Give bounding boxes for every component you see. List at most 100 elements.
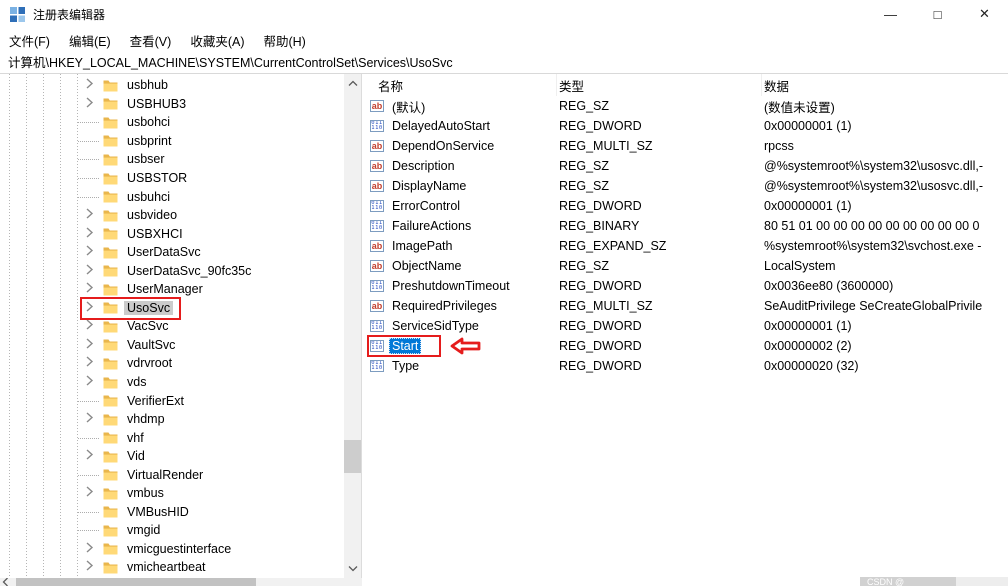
menu-view[interactable]: 查看(V) xyxy=(130,31,172,50)
scroll-left-icon[interactable] xyxy=(2,578,9,586)
tree-item-vmicheartbeat[interactable]: vmicheartbeat xyxy=(0,558,344,577)
list-row-FailureActions[interactable]: ab 011 110 FailureActions REG_BINARY 80 … xyxy=(362,216,1008,236)
close-button[interactable]: ✕ xyxy=(961,0,1008,28)
value-data: SeAuditPrivilege SeCreateGlobalPrivile xyxy=(762,299,1008,313)
tree-item-verifierext[interactable]: VerifierExt xyxy=(0,391,344,410)
chevron-right-icon[interactable] xyxy=(85,281,94,298)
value-type-icon: ab 011 110 xyxy=(370,260,384,272)
tree-item-vmgid[interactable]: vmgid xyxy=(0,521,344,540)
value-data: 0x00000001 (1) xyxy=(762,199,1008,213)
tree-horizontal-scrollbar[interactable] xyxy=(0,578,362,586)
list-row-ObjectName[interactable]: ab 011 110 ObjectName REG_SZ LocalSystem xyxy=(362,256,1008,276)
menu-favorites[interactable]: 收藏夹(A) xyxy=(190,31,244,50)
list-row-ErrorControl[interactable]: ab 011 110 ErrorControl REG_DWORD 0x0000… xyxy=(362,196,1008,216)
tree-item-vhf[interactable]: vhf xyxy=(0,428,344,447)
tree-item-userdatasvc[interactable]: UserDataSvc xyxy=(0,243,344,262)
chevron-right-icon[interactable] xyxy=(85,77,94,94)
scroll-up-icon[interactable] xyxy=(344,75,361,92)
chevron-right-icon[interactable] xyxy=(85,485,94,502)
tree-item-vmbus[interactable]: vmbus xyxy=(0,484,344,503)
minimize-button[interactable]: — xyxy=(867,0,914,28)
chevron-right-icon[interactable] xyxy=(85,244,94,261)
tree-item-usbhub[interactable]: usbhub xyxy=(0,76,344,95)
folder-icon xyxy=(103,153,118,166)
tree-item-vdrvroot[interactable]: vdrvroot xyxy=(0,354,344,373)
tree-item-vds[interactable]: vds xyxy=(0,373,344,392)
tree-item-usbohci[interactable]: usbohci xyxy=(0,113,344,132)
column-header-name[interactable]: 名称 xyxy=(362,74,557,96)
tree-item-usbprint[interactable]: usbprint xyxy=(0,132,344,151)
value-data: 0x00000020 (32) xyxy=(762,359,1008,373)
list-row-DisplayName[interactable]: ab 011 110 DisplayName REG_SZ @%systemro… xyxy=(362,176,1008,196)
value-type: REG_SZ xyxy=(557,179,762,193)
main-split: usbhub USBHUB3 usbohci xyxy=(0,74,1008,586)
chevron-right-icon[interactable] xyxy=(85,355,94,372)
chevron-right-icon[interactable] xyxy=(85,318,94,335)
value-data: 0x00000002 (2) xyxy=(762,339,1008,353)
tree-item-userdatasvc_90fc35c[interactable]: UserDataSvc_90fc35c xyxy=(0,261,344,280)
tree-item-vmicguestinterface[interactable]: vmicguestinterface xyxy=(0,540,344,559)
value-name: PreshutdownTimeout xyxy=(389,278,513,294)
tree-item-usbuhci[interactable]: usbuhci xyxy=(0,187,344,206)
maximize-button[interactable]: □ xyxy=(914,0,961,28)
chevron-right-icon[interactable] xyxy=(85,374,94,391)
chevron-right-icon[interactable] xyxy=(85,225,94,242)
folder-icon xyxy=(103,431,118,444)
value-name: Type xyxy=(389,358,422,374)
tree-item-usbvideo[interactable]: usbvideo xyxy=(0,206,344,225)
tree-item-usbxhci[interactable]: USBXHCI xyxy=(0,224,344,243)
tree-item-virtualrender[interactable]: VirtualRender xyxy=(0,465,344,484)
folder-icon xyxy=(103,394,118,407)
value-data: @%systemroot%\system32\usosvc.dll,- xyxy=(762,159,1008,173)
menu-file[interactable]: 文件(F) xyxy=(9,31,50,50)
scrollbar-thumb[interactable] xyxy=(16,578,256,586)
folder-icon xyxy=(103,320,118,333)
tree-item-vhdmp[interactable]: vhdmp xyxy=(0,410,344,429)
column-header-type[interactable]: 类型 xyxy=(557,74,762,96)
value-data: 0x00000001 (1) xyxy=(762,319,1008,333)
folder-icon xyxy=(103,116,118,129)
address-bar[interactable]: 计算机\HKEY_LOCAL_MACHINE\SYSTEM\CurrentCon… xyxy=(0,53,1008,74)
list-row-DelayedAutoStart[interactable]: ab 011 110 DelayedAutoStart REG_DWORD 0x… xyxy=(362,116,1008,136)
annotation-left-arrow-icon xyxy=(450,337,481,358)
chevron-right-icon[interactable] xyxy=(85,559,94,576)
list-row-Description[interactable]: ab 011 110 Description REG_SZ @%systemro… xyxy=(362,156,1008,176)
value-type: REG_MULTI_SZ xyxy=(557,139,762,153)
folder-icon xyxy=(103,542,118,555)
watermark-label: CSDN @ xyxy=(860,577,956,586)
chevron-right-icon[interactable] xyxy=(85,336,94,353)
tree-item-usosvc[interactable]: UsoSvc xyxy=(0,299,344,318)
list-row-RequiredPrivileges[interactable]: ab 011 110 RequiredPrivileges REG_MULTI_… xyxy=(362,296,1008,316)
value-type: REG_DWORD xyxy=(557,319,762,333)
value-data: LocalSystem xyxy=(762,259,1008,273)
list-row-ImagePath[interactable]: ab 011 110 ImagePath REG_EXPAND_SZ %syst… xyxy=(362,236,1008,256)
tree-item-vacsvc[interactable]: VacSvc xyxy=(0,317,344,336)
folder-icon xyxy=(103,134,118,147)
chevron-right-icon[interactable] xyxy=(85,95,94,112)
value-type-icon: ab 011 110 xyxy=(370,320,384,332)
tree-item-usbhub3[interactable]: USBHUB3 xyxy=(0,95,344,114)
chevron-right-icon[interactable] xyxy=(85,540,94,557)
scrollbar-thumb[interactable] xyxy=(344,440,361,473)
menu-help[interactable]: 帮助(H) xyxy=(263,31,305,50)
list-row-Type[interactable]: ab 011 110 Type REG_DWORD 0x00000020 (32… xyxy=(362,356,1008,376)
list-row-[interactable]: ab 011 110 (默认) REG_SZ (数值未设置) xyxy=(362,96,1008,116)
chevron-right-icon[interactable] xyxy=(85,262,94,279)
tree-item-vid[interactable]: Vid xyxy=(0,447,344,466)
list-row-PreshutdownTimeout[interactable]: ab 011 110 PreshutdownTimeout REG_DWORD … xyxy=(362,276,1008,296)
list-row-Start[interactable]: ab 011 110 Start REG_DWORD 0x00000002 (2… xyxy=(362,336,1008,356)
column-header-data[interactable]: 数据 xyxy=(762,74,1008,96)
list-row-ServiceSidType[interactable]: ab 011 110 ServiceSidType REG_DWORD 0x00… xyxy=(362,316,1008,336)
scroll-down-icon[interactable] xyxy=(344,560,361,577)
chevron-right-icon[interactable] xyxy=(85,448,94,465)
chevron-right-icon[interactable] xyxy=(85,207,94,224)
tree-item-usbstor[interactable]: USBSTOR xyxy=(0,169,344,188)
tree-item-vaultsvc[interactable]: VaultSvc xyxy=(0,336,344,355)
tree-item-vmbushid[interactable]: VMBusHID xyxy=(0,503,344,522)
tree-item-usbser[interactable]: usbser xyxy=(0,150,344,169)
tree-items: usbhub USBHUB3 usbohci xyxy=(0,74,344,578)
tree-vertical-scrollbar[interactable] xyxy=(344,74,361,578)
menu-edit[interactable]: 编辑(E) xyxy=(69,31,111,50)
chevron-right-icon[interactable] xyxy=(85,411,94,428)
list-row-DependOnService[interactable]: ab 011 110 DependOnService REG_MULTI_SZ … xyxy=(362,136,1008,156)
